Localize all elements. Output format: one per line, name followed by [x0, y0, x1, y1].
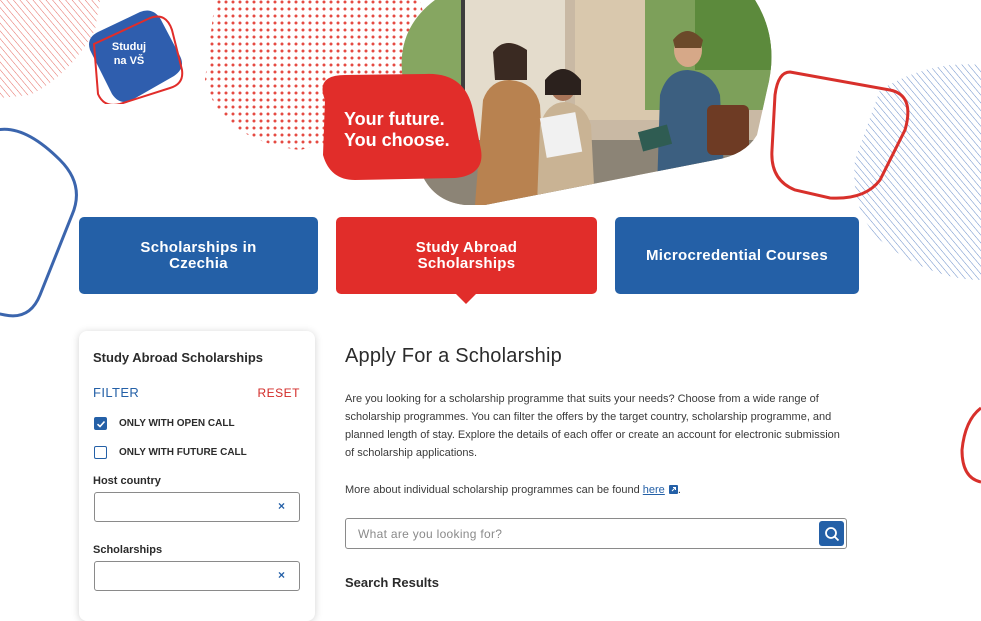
checkbox-future-call[interactable]: ONLY WITH FUTURE CALL [94, 446, 247, 459]
filter-panel: Study Abroad Scholarships FILTER RESET O… [79, 331, 315, 621]
close-icon[interactable]: × [278, 499, 285, 513]
logo-text: Studuj na VŠ [104, 40, 154, 68]
filter-heading: FILTER [93, 385, 140, 400]
logo-line-1: Studuj [111, 41, 147, 53]
more-info-text: More about individual scholarship progra… [345, 484, 643, 496]
logo-line-2: na VŠ [113, 55, 145, 67]
checkbox-label: ONLY WITH FUTURE CALL [119, 447, 247, 458]
category-label: Scholarships in Czechia [140, 238, 257, 272]
more-info-paragraph: More about individual scholarship progra… [345, 481, 845, 499]
category-label: Microcredential Courses [646, 246, 828, 264]
checkbox-open-call[interactable]: ONLY WITH OPEN CALL [94, 417, 235, 430]
active-category-pointer [455, 293, 477, 304]
reset-button[interactable]: RESET [257, 386, 300, 400]
category-microcredential-courses[interactable]: Microcredential Courses [615, 217, 859, 294]
category-scholarships-in-czechia[interactable]: Scholarships in Czechia [79, 217, 318, 294]
here-link[interactable]: here [643, 484, 665, 496]
external-link-icon[interactable] [668, 485, 678, 494]
category-study-abroad-scholarships[interactable]: Study Abroad Scholarships [336, 217, 597, 294]
search-icon [824, 526, 839, 541]
intro-paragraph: Are you looking for a scholarship progra… [345, 393, 840, 459]
category-label: Study Abroad Scholarships [415, 238, 518, 272]
checkbox-label: ONLY WITH OPEN CALL [119, 418, 235, 429]
more-info-suffix: . [677, 484, 681, 496]
scholarships-label: Scholarships [93, 544, 163, 556]
search-results-heading: Search Results [345, 575, 439, 590]
search-input[interactable] [346, 519, 816, 548]
checkbox-box[interactable] [94, 417, 107, 430]
host-country-label: Host country [93, 475, 161, 487]
search-bar [345, 518, 847, 549]
close-icon[interactable]: × [278, 568, 285, 582]
page-title: Apply For a Scholarship [345, 345, 562, 367]
panel-title: Study Abroad Scholarships [93, 350, 263, 365]
hero-slogan: Your future. You choose. [344, 109, 450, 150]
host-country-select[interactable]: × [94, 492, 300, 522]
scholarships-select[interactable]: × [94, 561, 300, 591]
search-button[interactable] [819, 521, 844, 546]
checkbox-box[interactable] [94, 446, 107, 459]
checkmark-icon [96, 420, 105, 428]
